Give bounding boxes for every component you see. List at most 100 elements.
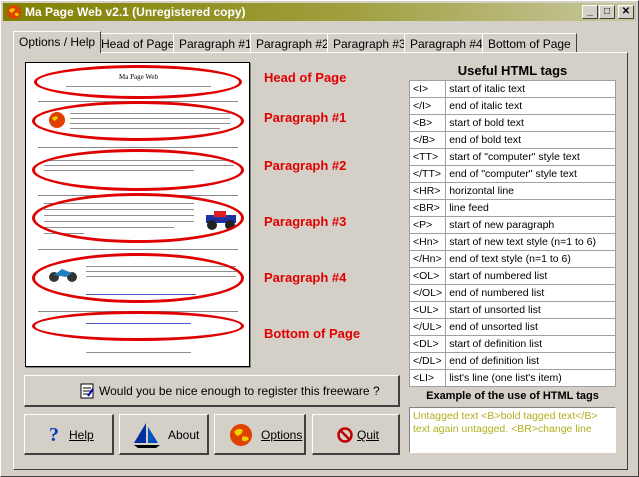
tag-code: </TT> — [408, 165, 447, 183]
label-paragraph-3: Paragraph #3 — [264, 214, 347, 229]
tag-code: <P> — [408, 216, 447, 234]
tag-description: end of bold text — [445, 131, 616, 149]
tag-code: <BR> — [408, 199, 447, 217]
label-head-of-page: Head of Page — [264, 70, 347, 85]
tab-options-help[interactable]: Options / Help — [13, 31, 102, 53]
tag-row: </Hn> end of text style (n=1 to 6) — [408, 250, 616, 268]
register-label: Would you be nice enough to register thi… — [99, 384, 380, 398]
tab-paragraph-4[interactable]: Paragraph #4 — [404, 33, 489, 52]
tag-row: <LI> list's line (one list's item) — [408, 369, 616, 387]
tag-description: start of numbered list — [445, 267, 616, 285]
tag-code: <TT> — [408, 148, 447, 166]
head-ellipse — [34, 65, 242, 99]
tag-code: <I> — [408, 80, 447, 98]
tag-row: </TT> end of "computer" style text — [408, 165, 616, 183]
tag-row: <I> start of italic text — [408, 80, 616, 98]
options-button[interactable]: Options — [214, 414, 306, 455]
tag-code: <Hn> — [408, 233, 447, 251]
tag-description: end of italic text — [445, 97, 616, 115]
paragraph2-ellipse — [32, 149, 244, 191]
help-button[interactable]: ? Help — [24, 414, 114, 455]
tag-row: <B> start of bold text — [408, 114, 616, 132]
minimize-button[interactable]: _ — [582, 5, 598, 19]
quit-label: Quit — [357, 428, 380, 442]
tag-row: </I> end of italic text — [408, 97, 616, 115]
about-button[interactable]: About — [119, 414, 209, 455]
tag-description: start of new paragraph — [445, 216, 616, 234]
tab-head-of-page[interactable]: Head of Page — [95, 33, 181, 52]
title-bar: Ma Page Web v2.1 (Unregistered copy) _ □… — [3, 3, 636, 21]
tag-description: list's line (one list's item) — [445, 369, 616, 387]
label-paragraph-4: Paragraph #4 — [264, 270, 347, 285]
tab-paragraph-2[interactable]: Paragraph #2 — [250, 33, 335, 52]
tag-code: </I> — [408, 97, 447, 115]
tag-description: line feed — [445, 199, 616, 217]
page-preview: Ma Page Web — [25, 62, 250, 367]
register-form-icon — [80, 383, 94, 399]
options-globe-icon — [230, 424, 252, 446]
tag-row: <Hn> start of new text style (n=1 to 6) — [408, 233, 616, 251]
tag-description: start of "computer" style text — [445, 148, 616, 166]
tag-code: <UL> — [408, 301, 447, 319]
tag-row: </OL> end of numbered list — [408, 284, 616, 302]
bottom-ellipse — [32, 311, 244, 341]
tag-description: end of unsorted list — [445, 318, 616, 336]
paragraph3-ellipse — [32, 193, 244, 243]
tag-description: start of italic text — [445, 80, 616, 98]
tag-description: start of unsorted list — [445, 301, 616, 319]
tag-description: end of definition list — [445, 352, 616, 370]
tag-code: <HR> — [408, 182, 447, 200]
tab-paragraph-3[interactable]: Paragraph #3 — [327, 33, 412, 52]
tag-row: <HR> horizontal line — [408, 182, 616, 200]
tab-paragraph-1[interactable]: Paragraph #1 — [173, 33, 258, 52]
label-bottom-of-page: Bottom of Page — [264, 326, 361, 341]
tag-description: end of numbered list — [445, 284, 616, 302]
maximize-button[interactable]: □ — [599, 5, 615, 19]
tag-row: <P> start of new paragraph — [408, 216, 616, 234]
help-label: Help — [69, 428, 94, 442]
tag-row: <BR> line feed — [408, 199, 616, 217]
options-label: Options — [261, 428, 303, 442]
tag-row: <TT> start of "computer" style text — [408, 148, 616, 166]
tags-title: Useful HTML tags — [457, 63, 568, 78]
tag-code: </Hn> — [408, 250, 447, 268]
tab-bottom-of-page[interactable]: Bottom of Page — [482, 33, 577, 52]
tag-row: </B> end of bold text — [408, 131, 616, 149]
tag-row: <UL> start of unsorted list — [408, 301, 616, 319]
example-title: Example of the use of HTML tags — [426, 390, 599, 402]
tag-code: <LI> — [408, 369, 447, 387]
tag-description: start of definition list — [445, 335, 616, 353]
tag-row: <DL> start of definition list — [408, 335, 616, 353]
tag-row: </UL> end of unsorted list — [408, 318, 616, 336]
main-window: Ma Page Web v2.1 (Unregistered copy) _ □… — [0, 0, 639, 477]
tag-description: end of "computer" style text — [445, 165, 616, 183]
help-question-icon: ? — [49, 424, 59, 446]
tag-code: </B> — [408, 131, 447, 149]
tag-code: <OL> — [408, 267, 447, 285]
about-label: About — [168, 428, 200, 442]
label-paragraph-2: Paragraph #2 — [264, 158, 347, 173]
quit-button[interactable]: Quit — [312, 414, 400, 455]
about-sail-icon — [134, 423, 160, 448]
tags-table: <I> start of italic text </I> end of italic… — [408, 80, 616, 387]
tag-description: start of new text style (n=1 to 6) — [445, 233, 616, 251]
example-textbox[interactable]: Untagged text <B>bold tagged text</B> te… — [409, 407, 616, 453]
tag-code: <DL> — [408, 335, 447, 353]
paragraph1-ellipse — [32, 101, 244, 141]
close-button[interactable]: ✕ — [618, 5, 634, 19]
tag-row: </DL> end of definition list — [408, 352, 616, 370]
tag-row: <OL> start of numbered list — [408, 267, 616, 285]
tag-description: horizontal line — [445, 182, 616, 200]
quit-no-entry-icon — [337, 427, 353, 443]
register-button[interactable]: Would you be nice enough to register thi… — [24, 375, 400, 407]
tag-code: </UL> — [408, 318, 447, 336]
tag-code: <B> — [408, 114, 447, 132]
app-globe-icon — [7, 5, 21, 19]
tag-code: </DL> — [408, 352, 447, 370]
tag-description: start of bold text — [445, 114, 616, 132]
label-paragraph-1: Paragraph #1 — [264, 110, 347, 125]
tag-description: end of text style (n=1 to 6) — [445, 250, 616, 268]
tag-code: </OL> — [408, 284, 447, 302]
paragraph4-ellipse — [32, 253, 244, 303]
window-title: Ma Page Web v2.1 (Unregistered copy) — [25, 5, 246, 19]
